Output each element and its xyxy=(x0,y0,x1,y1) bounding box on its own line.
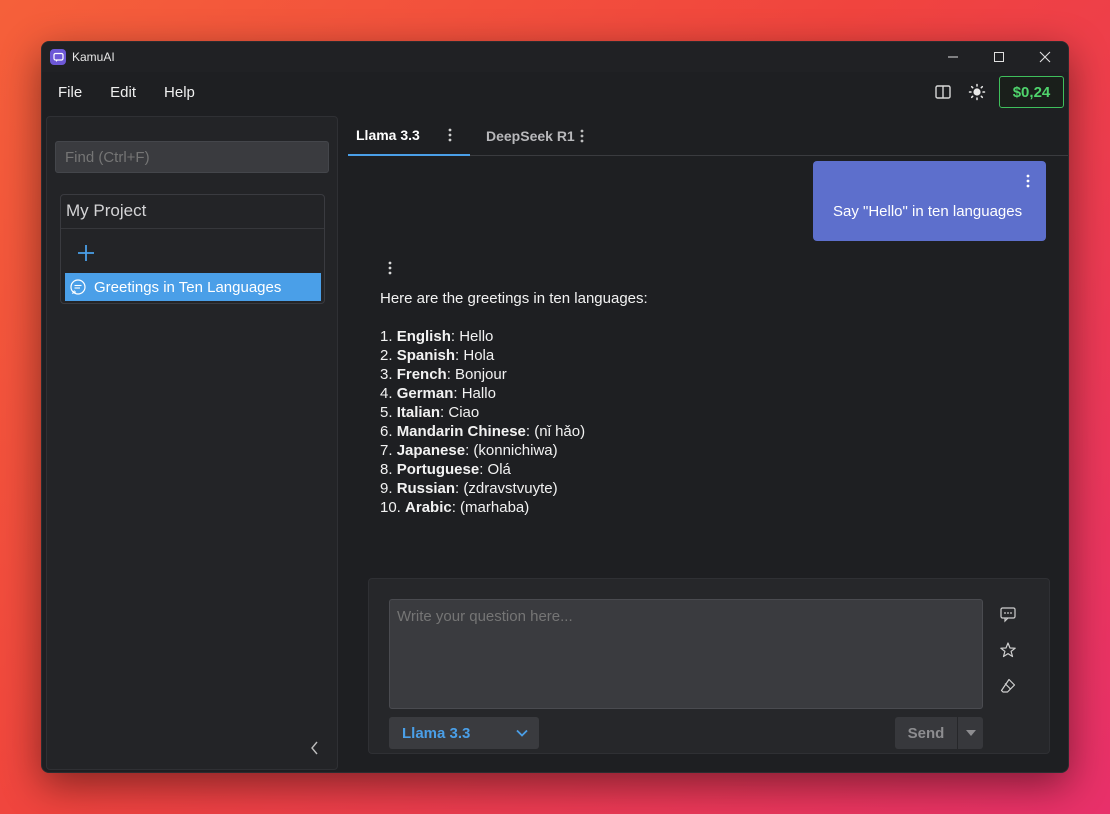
title-bar: KamuAI xyxy=(42,42,1068,72)
tab-deepseek[interactable]: DeepSeek R1 xyxy=(478,116,602,156)
list-item: 3. French: Bonjour xyxy=(380,366,507,383)
send-options-button[interactable] xyxy=(958,717,983,749)
list-item: 4. German: Hallo xyxy=(380,385,496,402)
chevron-left-icon xyxy=(311,741,318,755)
list-item: 6. Mandarin Chinese: (nǐ hǎo) xyxy=(380,423,586,440)
minimize-button[interactable] xyxy=(930,42,976,72)
list-item: 2. Spanish: Hola xyxy=(380,347,495,364)
plus-icon xyxy=(78,245,94,261)
menu-edit[interactable]: Edit xyxy=(110,84,136,101)
maximize-icon xyxy=(994,52,1004,62)
chevron-down-icon xyxy=(515,726,529,740)
menu-help[interactable]: Help xyxy=(164,84,195,101)
close-button[interactable] xyxy=(1022,42,1068,72)
list-item: 7. Japanese: (konnichiwa) xyxy=(380,442,558,459)
menu-file[interactable]: File xyxy=(58,84,82,101)
project-panel: My Project Greetings in Ten Languages xyxy=(60,194,325,304)
model-tabs: Llama 3.3 DeepSeek R1 xyxy=(348,116,1068,156)
sidebar: My Project Greetings in Ten Languages xyxy=(46,116,338,770)
list-item: 9. Russian: (zdravstvuyte) xyxy=(380,480,558,497)
conversation-label: Greetings in Ten Languages xyxy=(94,278,282,296)
close-icon xyxy=(1039,51,1051,63)
add-conversation-button[interactable] xyxy=(75,242,97,264)
greetings-list: 1. English: Hello 2. Spanish: Hola 3. Fr… xyxy=(380,327,980,517)
chat-bubble-icon xyxy=(69,278,87,296)
more-vertical-icon[interactable] xyxy=(580,129,584,143)
star-icon[interactable] xyxy=(995,637,1021,663)
list-item: 8. Portuguese: Olá xyxy=(380,461,511,478)
search-input[interactable] xyxy=(55,141,329,173)
user-message: Say "Hello" in ten languages xyxy=(813,161,1046,241)
maximize-button[interactable] xyxy=(976,42,1022,72)
tab-label: DeepSeek R1 xyxy=(486,128,575,144)
main-panel: Llama 3.3 DeepSeek R1 Say "Hello" in ten… xyxy=(348,116,1068,772)
list-item: 5. Italian: Ciao xyxy=(380,404,480,421)
model-select-label: Llama 3.3 xyxy=(402,724,471,742)
composer: Llama 3.3 Send xyxy=(368,578,1050,754)
menu-bar: File Edit Help $0,24 xyxy=(42,72,1068,112)
assistant-intro: Here are the greetings in ten languages: xyxy=(380,290,648,307)
conversation-item[interactable]: Greetings in Ten Languages xyxy=(65,273,321,301)
caret-down-icon xyxy=(965,730,976,736)
minimize-icon xyxy=(948,56,958,58)
tab-llama[interactable]: Llama 3.3 xyxy=(348,116,470,156)
prompt-templates-icon[interactable] xyxy=(995,601,1021,627)
question-input[interactable] xyxy=(389,599,983,709)
app-logo-icon xyxy=(50,49,66,65)
more-vertical-icon[interactable] xyxy=(448,128,452,142)
send-button[interactable]: Send xyxy=(895,717,957,749)
collapse-sidebar-button[interactable] xyxy=(307,739,323,757)
more-vertical-icon[interactable] xyxy=(1026,174,1030,192)
theme-sun-icon[interactable] xyxy=(965,80,989,104)
split-view-icon[interactable] xyxy=(931,80,955,104)
more-vertical-icon[interactable] xyxy=(388,261,392,280)
app-window: KamuAI File Edit Help $0,24 Find (Ctrl+F… xyxy=(41,41,1069,773)
tab-label: Llama 3.3 xyxy=(356,127,420,143)
user-message-text: Say "Hello" in ten languages xyxy=(833,203,1023,220)
list-item: 1. English: Hello xyxy=(380,328,494,345)
credit-balance[interactable]: $0,24 xyxy=(999,76,1064,108)
model-select[interactable]: Llama 3.3 xyxy=(389,717,539,749)
project-title[interactable]: My Project xyxy=(61,195,324,229)
eraser-icon[interactable] xyxy=(995,673,1021,699)
list-item: 10. Arabic: (marhaba) xyxy=(380,499,530,516)
window-title: KamuAI xyxy=(72,50,115,64)
